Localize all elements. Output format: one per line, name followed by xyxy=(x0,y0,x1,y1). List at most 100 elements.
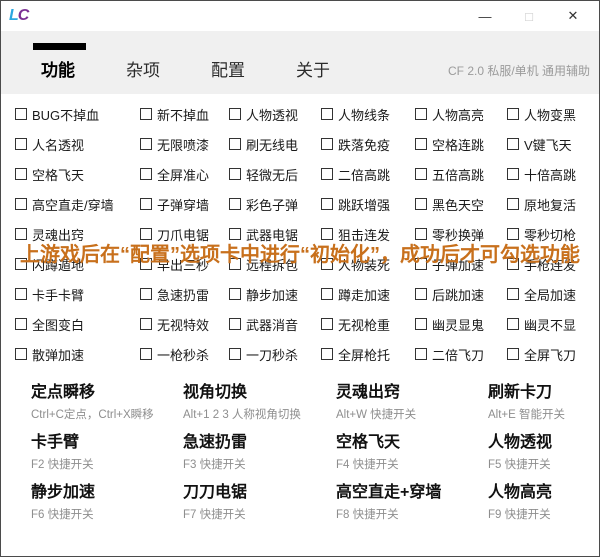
feature-checkbox-item[interactable]: 新不掉血 xyxy=(140,105,229,124)
checkbox-icon[interactable] xyxy=(415,348,427,360)
feature-label: 卡手卡臂 xyxy=(32,285,84,304)
checkbox-icon[interactable] xyxy=(140,318,152,330)
checkbox-icon[interactable] xyxy=(415,288,427,300)
checkbox-icon[interactable] xyxy=(15,198,27,210)
checkbox-icon[interactable] xyxy=(229,318,241,330)
checkbox-icon[interactable] xyxy=(15,168,27,180)
tab-features[interactable]: 功能 xyxy=(41,56,75,81)
checkbox-icon[interactable] xyxy=(321,348,333,360)
feature-checkbox-item[interactable]: 全屏飞刀 xyxy=(507,345,599,364)
feature-checkbox-item[interactable]: 武器消音 xyxy=(229,315,321,334)
feature-checkbox-item[interactable]: 彩色子弹 xyxy=(229,195,321,214)
checkbox-icon[interactable] xyxy=(15,318,27,330)
feature-checkbox-item[interactable]: 跌落免疫 xyxy=(321,135,415,154)
feature-checkbox-item[interactable]: 跳跃增强 xyxy=(321,195,415,214)
feature-checkbox-item[interactable]: 蹲走加速 xyxy=(321,285,415,304)
checkbox-icon[interactable] xyxy=(229,138,241,150)
feature-checkbox-item[interactable]: 人物线条 xyxy=(321,105,415,124)
checkbox-icon[interactable] xyxy=(321,318,333,330)
tab-about[interactable]: 关于 xyxy=(296,56,330,81)
feature-label: 全局加速 xyxy=(524,285,576,304)
checkbox-icon[interactable] xyxy=(415,108,427,120)
checkbox-icon[interactable] xyxy=(507,348,519,360)
feature-checkbox-item[interactable]: 无限喷漆 xyxy=(140,135,229,154)
feature-label: 幽灵不显 xyxy=(524,315,576,334)
feature-checkbox-item[interactable]: 一刀秒杀 xyxy=(229,345,321,364)
feature-checkbox-item[interactable]: 全图变白 xyxy=(15,315,140,334)
checkbox-icon[interactable] xyxy=(321,168,333,180)
feature-label: 跳跃增强 xyxy=(338,195,390,214)
feature-checkbox-item[interactable]: 全屏枪托 xyxy=(321,345,415,364)
feature-label: 彩色子弹 xyxy=(246,195,298,214)
checkbox-icon[interactable] xyxy=(229,288,241,300)
checkbox-icon[interactable] xyxy=(140,168,152,180)
feature-label: 无视枪重 xyxy=(338,315,390,334)
feature-checkbox-item[interactable]: 后跳加速 xyxy=(415,285,507,304)
feature-checkbox-item[interactable]: 全屏准心 xyxy=(140,165,229,184)
checkbox-icon[interactable] xyxy=(415,168,427,180)
checkbox-icon[interactable] xyxy=(507,168,519,180)
maximize-button[interactable]: □ xyxy=(507,1,551,31)
checkbox-icon[interactable] xyxy=(15,138,27,150)
feature-checkbox-item[interactable]: 无视枪重 xyxy=(321,315,415,334)
checkbox-icon[interactable] xyxy=(321,288,333,300)
checkbox-icon[interactable] xyxy=(15,288,27,300)
close-button[interactable]: ✕ xyxy=(551,1,595,31)
feature-checkbox-item[interactable]: 幽灵不显 xyxy=(507,315,599,334)
feature-checkbox-item[interactable]: 十倍高跳 xyxy=(507,165,599,184)
feature-checkbox-item[interactable]: 一枪秒杀 xyxy=(140,345,229,364)
checkbox-icon[interactable] xyxy=(415,318,427,330)
feature-checkbox-item[interactable]: 人名透视 xyxy=(15,135,140,154)
checkbox-icon[interactable] xyxy=(15,108,27,120)
feature-checkbox-item[interactable]: V键飞天 xyxy=(507,135,599,154)
feature-checkbox-item[interactable]: 空格飞天 xyxy=(15,165,140,184)
tab-misc[interactable]: 杂项 xyxy=(126,56,160,81)
checkbox-icon[interactable] xyxy=(140,108,152,120)
checkbox-icon[interactable] xyxy=(415,198,427,210)
feature-checkbox-item[interactable]: 刷无线电 xyxy=(229,135,321,154)
feature-checkbox-item[interactable]: 人物透视 xyxy=(229,105,321,124)
checkbox-icon[interactable] xyxy=(229,348,241,360)
feature-checkbox-item[interactable]: 轻微无后 xyxy=(229,165,321,184)
checkbox-icon[interactable] xyxy=(229,198,241,210)
feature-checkbox-item[interactable]: 子弹穿墙 xyxy=(140,195,229,214)
feature-checkbox-item[interactable]: 幽灵显鬼 xyxy=(415,315,507,334)
feature-checkbox-item[interactable]: 急速扔雷 xyxy=(140,285,229,304)
checkbox-icon[interactable] xyxy=(507,288,519,300)
checkbox-icon[interactable] xyxy=(140,348,152,360)
minimize-button[interactable]: — xyxy=(463,1,507,31)
checkbox-icon[interactable] xyxy=(321,108,333,120)
feature-checkbox-item[interactable]: 全局加速 xyxy=(507,285,599,304)
feature-checkbox-item[interactable]: 高空直走/穿墙 xyxy=(15,195,140,214)
checkbox-icon[interactable] xyxy=(415,138,427,150)
feature-checkbox-item[interactable]: 二倍高跳 xyxy=(321,165,415,184)
feature-checkbox-item[interactable]: 黑色天空 xyxy=(415,195,507,214)
feature-checkbox-item[interactable]: 原地复活 xyxy=(507,195,599,214)
checkbox-icon[interactable] xyxy=(321,138,333,150)
checkbox-icon[interactable] xyxy=(140,198,152,210)
checkbox-icon[interactable] xyxy=(507,198,519,210)
checkbox-icon[interactable] xyxy=(15,348,27,360)
feature-checkbox-item[interactable]: 散弹加速 xyxy=(15,345,140,364)
feature-checkbox-item[interactable]: 卡手卡臂 xyxy=(15,285,140,304)
checkbox-icon[interactable] xyxy=(507,318,519,330)
feature-checkbox-item[interactable]: 五倍高跳 xyxy=(415,165,507,184)
checkbox-icon[interactable] xyxy=(229,108,241,120)
feature-checkbox-item[interactable]: 人物变黑 xyxy=(507,105,599,124)
feature-checkbox-item[interactable]: BUG不掉血 xyxy=(15,105,140,124)
feature-label: 子弹穿墙 xyxy=(157,195,209,214)
tab-config[interactable]: 配置 xyxy=(211,56,245,81)
feature-checkbox-item[interactable]: 二倍飞刀 xyxy=(415,345,507,364)
feature-checkbox-item[interactable]: 空格连跳 xyxy=(415,135,507,154)
feature-checkbox-item[interactable]: 静步加速 xyxy=(229,285,321,304)
checkbox-icon[interactable] xyxy=(229,168,241,180)
feature-label: 人物透视 xyxy=(246,105,298,124)
feature-label: 二倍高跳 xyxy=(338,165,390,184)
feature-checkbox-item[interactable]: 无视特效 xyxy=(140,315,229,334)
checkbox-icon[interactable] xyxy=(507,138,519,150)
feature-checkbox-item[interactable]: 人物高亮 xyxy=(415,105,507,124)
checkbox-icon[interactable] xyxy=(140,138,152,150)
checkbox-icon[interactable] xyxy=(507,108,519,120)
checkbox-icon[interactable] xyxy=(140,288,152,300)
checkbox-icon[interactable] xyxy=(321,198,333,210)
